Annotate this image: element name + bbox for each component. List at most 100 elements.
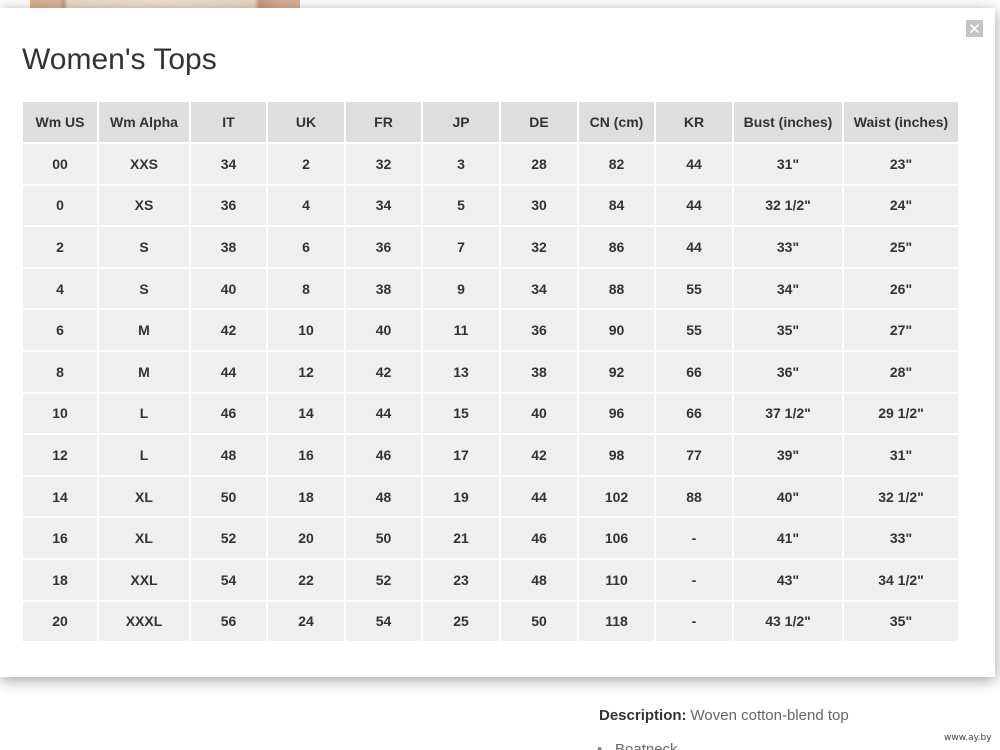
cell-wm-alpha: L xyxy=(98,434,190,476)
table-row: 16 XL 52 20 50 21 46 106 - 41" 33" xyxy=(22,517,959,559)
cell-wm-alpha: XL xyxy=(98,517,190,559)
cell-cn: 90 xyxy=(578,309,655,351)
header-it: IT xyxy=(190,101,267,143)
cell-it: 52 xyxy=(190,517,267,559)
cell-uk: 16 xyxy=(267,434,345,476)
cell-wm-us: 8 xyxy=(22,350,98,393)
cell-cn: 118 xyxy=(578,600,655,643)
cell-uk: 22 xyxy=(267,558,345,601)
cell-it: 38 xyxy=(190,226,267,268)
cell-de: 28 xyxy=(500,143,578,185)
cell-kr: - xyxy=(655,558,733,601)
cell-it: 36 xyxy=(190,184,267,227)
cell-it: 40 xyxy=(190,267,267,310)
cell-kr: 77 xyxy=(655,434,733,476)
cell-cn: 86 xyxy=(578,226,655,268)
cell-jp: 13 xyxy=(422,350,500,393)
cell-jp: 5 xyxy=(422,184,500,227)
cell-fr: 42 xyxy=(345,350,422,393)
cell-uk: 4 xyxy=(267,184,345,227)
table-row: 2 S 38 6 36 7 32 86 44 33" 25" xyxy=(22,226,959,268)
cell-wm-alpha: M xyxy=(98,350,190,393)
cell-wm-alpha: XXL xyxy=(98,558,190,601)
cell-wm-us: 10 xyxy=(22,392,98,435)
cell-bust: 40" xyxy=(733,475,843,518)
header-uk: UK xyxy=(267,101,345,143)
cell-waist: 23" xyxy=(843,143,959,185)
cell-cn: 110 xyxy=(578,558,655,601)
header-wm-us: Wm US xyxy=(22,101,98,143)
header-jp: JP xyxy=(422,101,500,143)
cell-de: 44 xyxy=(500,475,578,518)
cell-uk: 8 xyxy=(267,267,345,310)
cell-fr: 50 xyxy=(345,517,422,559)
cell-bust: 31" xyxy=(733,143,843,185)
cell-bust: 37 1/2" xyxy=(733,392,843,435)
feature-item: Boatneck xyxy=(597,741,797,750)
cell-kr: 66 xyxy=(655,392,733,435)
table-row: 8 M 44 12 42 13 38 92 66 36" 28" xyxy=(22,350,959,393)
table-head: Wm US Wm Alpha IT UK FR JP DE CN (cm) KR… xyxy=(22,101,959,143)
close-icon xyxy=(970,24,979,33)
cell-de: 30 xyxy=(500,184,578,227)
cell-wm-alpha: S xyxy=(98,226,190,268)
cell-wm-us: 18 xyxy=(22,558,98,601)
cell-bust: 39" xyxy=(733,434,843,476)
cell-cn: 98 xyxy=(578,434,655,476)
cell-bust: 43" xyxy=(733,558,843,601)
cell-cn: 92 xyxy=(578,350,655,393)
cell-wm-us: 20 xyxy=(22,600,98,643)
cell-uk: 24 xyxy=(267,600,345,643)
header-fr: FR xyxy=(345,101,422,143)
cell-it: 34 xyxy=(190,143,267,185)
cell-bust: 36" xyxy=(733,350,843,393)
cell-de: 38 xyxy=(500,350,578,393)
table-row: 00 XXS 34 2 32 3 28 82 44 31" 23" xyxy=(22,143,959,185)
close-button[interactable] xyxy=(966,20,983,37)
cell-wm-us: 0 xyxy=(22,184,98,227)
cell-fr: 46 xyxy=(345,434,422,476)
cell-wm-us: 12 xyxy=(22,434,98,476)
cell-wm-us: 00 xyxy=(22,143,98,185)
cell-uk: 20 xyxy=(267,517,345,559)
modal-title: Women's Tops xyxy=(22,43,217,76)
cell-fr: 40 xyxy=(345,309,422,351)
cell-it: 46 xyxy=(190,392,267,435)
cell-cn: 82 xyxy=(578,143,655,185)
cell-jp: 9 xyxy=(422,267,500,310)
cell-waist: 28" xyxy=(843,350,959,393)
cell-wm-alpha: XL xyxy=(98,475,190,518)
cell-wm-alpha: M xyxy=(98,309,190,351)
cell-waist: 33" xyxy=(843,517,959,559)
cell-it: 48 xyxy=(190,434,267,476)
description-label: Description: xyxy=(599,707,687,724)
cell-fr: 36 xyxy=(345,226,422,268)
cell-de: 48 xyxy=(500,558,578,601)
cell-jp: 19 xyxy=(422,475,500,518)
cell-waist: 27" xyxy=(843,309,959,351)
cell-wm-alpha: XXS xyxy=(98,143,190,185)
cell-fr: 32 xyxy=(345,143,422,185)
table-row: 14 XL 50 18 48 19 44 102 88 40" 32 1/2" xyxy=(22,475,959,518)
table-row: 18 XXL 54 22 52 23 48 110 - 43" 34 1/2" xyxy=(22,558,959,601)
cell-de: 40 xyxy=(500,392,578,435)
cell-uk: 10 xyxy=(267,309,345,351)
cell-fr: 44 xyxy=(345,392,422,435)
cell-wm-alpha: XS xyxy=(98,184,190,227)
cell-bust: 34" xyxy=(733,267,843,310)
cell-bust: 33" xyxy=(733,226,843,268)
cell-wm-alpha: S xyxy=(98,267,190,310)
cell-de: 42 xyxy=(500,434,578,476)
cell-kr: 88 xyxy=(655,475,733,518)
cell-kr: 55 xyxy=(655,309,733,351)
size-chart-modal: Women's Tops Wm US Wm Alpha IT UK FR JP … xyxy=(0,8,995,677)
table-row: 0 XS 36 4 34 5 30 84 44 32 1/2" 24" xyxy=(22,184,959,227)
cell-jp: 3 xyxy=(422,143,500,185)
cell-waist: 29 1/2" xyxy=(843,392,959,435)
table-row: 10 L 46 14 44 15 40 96 66 37 1/2" 29 1/2… xyxy=(22,392,959,435)
cell-fr: 54 xyxy=(345,600,422,643)
cell-it: 50 xyxy=(190,475,267,518)
cell-uk: 12 xyxy=(267,350,345,393)
cell-uk: 14 xyxy=(267,392,345,435)
description-text: Woven cotton-blend top xyxy=(690,707,849,724)
